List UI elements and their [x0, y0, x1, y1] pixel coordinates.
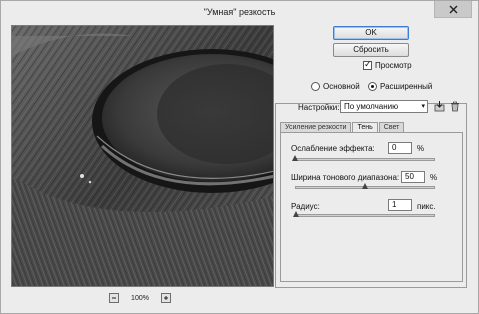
delete-preset-button[interactable]	[450, 101, 460, 114]
reset-button[interactable]: Сбросить	[333, 43, 409, 57]
tonal-width-slider-thumb[interactable]	[362, 183, 368, 189]
settings-dropdown[interactable]: По умолчанию ▾	[340, 100, 428, 113]
save-preset-icon	[434, 101, 445, 112]
preview-photo	[12, 26, 273, 286]
close-icon	[449, 5, 457, 13]
mode-advanced[interactable]: Расширенный	[368, 82, 432, 91]
radius-input[interactable]: 1	[388, 199, 412, 211]
fade-slider-thumb[interactable]	[292, 155, 298, 161]
fade-unit: %	[417, 144, 425, 153]
radius-label: Радиус:	[291, 202, 320, 211]
window-title: "Умная" резкость	[203, 7, 276, 17]
settings-dropdown-value: По умолчанию	[344, 102, 399, 111]
chevron-down-icon: ▾	[421, 103, 425, 110]
preview-checkbox-label: Просмотр	[375, 61, 412, 70]
preview-checkbox[interactable]: ✓	[363, 59, 372, 70]
fade-label: Ослабление эффекта:	[291, 144, 375, 153]
mode-advanced-radio[interactable]	[368, 82, 377, 91]
save-preset-button[interactable]	[434, 101, 446, 114]
radius-unit: пикс.	[417, 202, 436, 211]
ok-button[interactable]: OK	[333, 26, 409, 40]
preview-image[interactable]	[11, 25, 274, 287]
zoom-out-button[interactable]	[109, 293, 119, 303]
zoom-level: 100%	[131, 294, 149, 302]
close-button[interactable]	[434, 1, 472, 18]
zoom-controls: 100%	[109, 292, 171, 304]
tonal-width-label: Ширина тонового диапазона:	[291, 173, 400, 182]
mode-advanced-label: Расширенный	[380, 82, 433, 91]
preview-toggle[interactable]: ✓ Просмотр	[363, 59, 412, 70]
fade-slider-track[interactable]	[295, 158, 435, 161]
plus-icon	[164, 296, 168, 300]
minus-icon	[112, 297, 116, 299]
zoom-in-button[interactable]	[161, 293, 171, 303]
title-bar: "Умная" резкость	[1, 1, 478, 23]
tonal-width-unit: %	[430, 173, 438, 182]
tonal-width-input[interactable]: 50	[401, 171, 425, 183]
mode-basic[interactable]: Основной	[311, 82, 360, 91]
settings-label: Настройки:	[298, 103, 340, 112]
mode-basic-radio[interactable]	[311, 82, 320, 91]
radius-slider-thumb[interactable]	[293, 211, 300, 217]
trash-icon	[451, 101, 459, 112]
smart-sharpen-dialog: "Умная" резкость 100% OK Сбросить ✓ Прос…	[0, 0, 479, 314]
mode-basic-label: Основной	[323, 82, 360, 91]
radius-slider-track[interactable]	[295, 214, 435, 217]
fade-input[interactable]: 0	[388, 142, 412, 154]
